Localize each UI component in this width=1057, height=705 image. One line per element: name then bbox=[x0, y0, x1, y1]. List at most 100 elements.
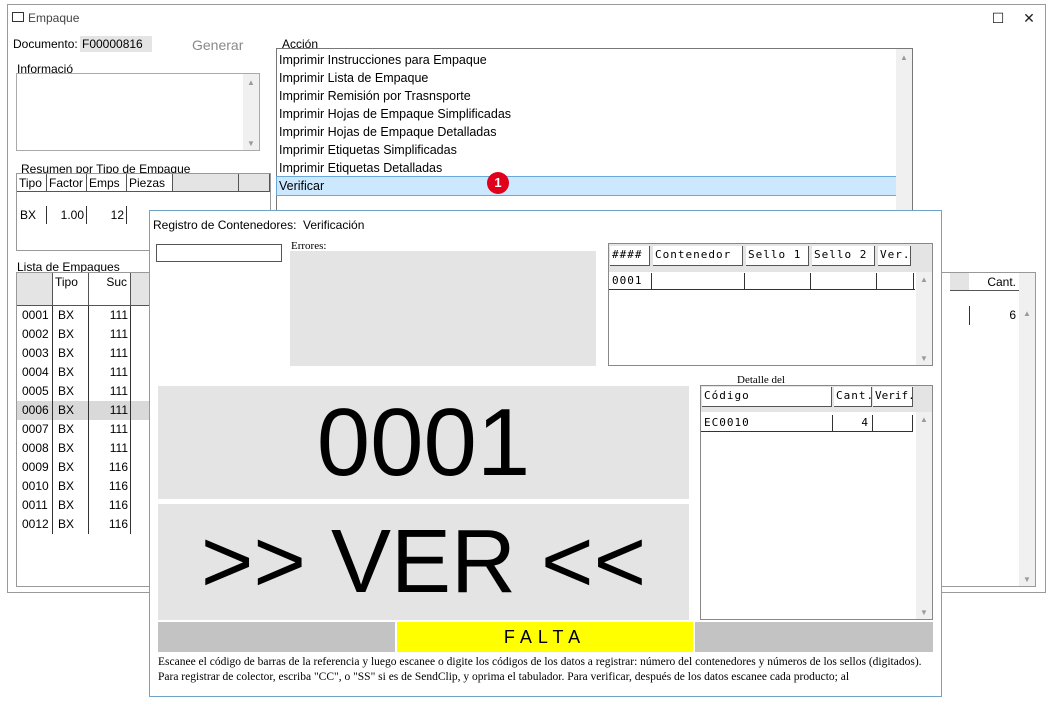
list-cell-num: 0012 bbox=[22, 517, 49, 531]
detail-col-verif[interactable]: Verif. bbox=[873, 387, 913, 407]
action-item[interactable]: Imprimir Hojas de Empaque Simplificadas bbox=[277, 105, 896, 123]
action-item[interactable]: Imprimir Instrucciones para Empaque bbox=[277, 51, 896, 69]
action-item[interactable]: Imprimir Etiquetas Simplificadas bbox=[277, 141, 896, 159]
column-divider bbox=[88, 325, 89, 344]
detail-col-cant[interactable]: Cant. bbox=[834, 387, 872, 407]
instructions-text: Escanee el código de barras de la refere… bbox=[158, 656, 922, 683]
table-row[interactable]: 0008 BX 111 bbox=[17, 439, 162, 458]
verify-title: Registro de Contenedores: bbox=[153, 218, 297, 232]
summary-col-piezas[interactable]: Piezas bbox=[127, 174, 173, 192]
column-divider bbox=[52, 344, 53, 363]
detail-col-codigo[interactable]: Código bbox=[702, 387, 832, 407]
detail-divider bbox=[872, 415, 873, 431]
containers-col-contenedor[interactable]: Contenedor bbox=[653, 246, 743, 266]
action-scrollbar[interactable]: ▲ bbox=[896, 49, 912, 217]
table-row[interactable]: 0007 BX 111 bbox=[17, 420, 162, 439]
list-cell-num: 0004 bbox=[22, 365, 49, 379]
status-bar-left bbox=[158, 622, 395, 652]
summary-col-factor[interactable]: Factor bbox=[47, 174, 87, 192]
scroll-up-icon[interactable]: ▲ bbox=[243, 78, 259, 87]
table-row[interactable]: 0006 BX 111 bbox=[17, 401, 162, 420]
action-listbox[interactable]: Imprimir Instrucciones para Empaque Impri… bbox=[276, 48, 913, 218]
containers-col-num[interactable]: #### bbox=[610, 246, 650, 266]
list-cell-cant: 6 bbox=[969, 306, 1020, 325]
table-row[interactable]: 0004 BX 111 bbox=[17, 363, 162, 382]
list-cell-num: 0010 bbox=[22, 479, 49, 493]
column-divider bbox=[88, 477, 89, 496]
list-cell-num: 0006 bbox=[22, 403, 49, 417]
containers-col-sello1[interactable]: Sello 1 bbox=[746, 246, 809, 266]
scroll-up-icon[interactable]: ▲ bbox=[1019, 309, 1035, 318]
column-divider bbox=[52, 325, 53, 344]
table-row[interactable]: 0009 BX 116 bbox=[17, 458, 162, 477]
window-icon bbox=[12, 12, 24, 22]
list-cell-suc: 111 bbox=[109, 384, 128, 398]
list-cell-tipo: BX bbox=[58, 327, 75, 341]
table-row[interactable]: 0010 BX 116 bbox=[17, 477, 162, 496]
list-cell-suc: 116 bbox=[108, 517, 128, 531]
scroll-down-icon[interactable]: ▼ bbox=[243, 139, 259, 148]
column-divider bbox=[52, 420, 53, 439]
action-item[interactable]: Verificar bbox=[276, 176, 897, 196]
list-scrollbar[interactable]: ▲ ▼ bbox=[1019, 273, 1035, 586]
list-col-cant[interactable]: Cant. bbox=[969, 273, 1020, 291]
close-icon[interactable]: ✕ bbox=[1014, 5, 1044, 31]
summary-col-tipo[interactable]: Tipo bbox=[17, 174, 47, 192]
table-row[interactable]: 0005 BX 111 bbox=[17, 382, 162, 401]
table-row[interactable]: 0003 BX 111 bbox=[17, 344, 162, 363]
scroll-up-icon[interactable]: ▲ bbox=[916, 415, 932, 424]
containers-grid[interactable]: #### Contenedor Sello 1 Sello 2 Ver. 000… bbox=[608, 243, 933, 366]
list-col-tipo[interactable]: Tipo bbox=[53, 273, 89, 306]
list-col-num bbox=[17, 273, 53, 306]
generate-button[interactable]: Generar bbox=[192, 37, 243, 53]
detail-scrollbar[interactable]: ▲ ▼ bbox=[916, 412, 932, 619]
table-row[interactable]: 0001 BX 111 bbox=[17, 306, 162, 325]
column-divider bbox=[52, 496, 53, 515]
scroll-up-icon[interactable]: ▲ bbox=[916, 275, 932, 284]
document-value[interactable]: F00000816 bbox=[80, 36, 152, 52]
action-item[interactable]: Imprimir Hojas de Empaque Detalladas bbox=[277, 123, 896, 141]
column-divider bbox=[88, 401, 89, 420]
maximize-icon[interactable]: ☐ bbox=[983, 5, 1013, 31]
table-row[interactable]: 0011 BX 116 bbox=[17, 496, 162, 515]
scroll-down-icon[interactable]: ▼ bbox=[916, 608, 932, 617]
summary-cell-tipo: BX bbox=[20, 208, 37, 222]
summary-divider bbox=[46, 206, 47, 224]
list-cell-num: 0005 bbox=[22, 384, 49, 398]
action-item[interactable]: Imprimir Remisión por Trasnsporte bbox=[277, 87, 896, 105]
info-textarea[interactable]: ▲ ▼ bbox=[16, 73, 260, 151]
containers-col-sello2[interactable]: Sello 2 bbox=[812, 246, 875, 266]
action-item[interactable]: Imprimir Lista de Empaque bbox=[277, 69, 896, 87]
list-cell-num: 0008 bbox=[22, 441, 49, 455]
table-row[interactable]: 0012 BX 116 bbox=[17, 515, 162, 534]
list-cell-tipo: BX bbox=[58, 479, 75, 493]
column-divider bbox=[130, 382, 131, 401]
info-scrollbar[interactable]: ▲ ▼ bbox=[243, 74, 259, 150]
detail-cell-codigo: EC0010 bbox=[704, 416, 750, 429]
list-cell-tipo: BX bbox=[58, 346, 75, 360]
detail-grid[interactable]: Código Cant. Verif. EC0010 4 ▲ ▼ bbox=[700, 385, 933, 620]
list-cell-tipo: BX bbox=[58, 441, 75, 455]
scroll-down-icon[interactable]: ▼ bbox=[1019, 575, 1035, 584]
column-divider bbox=[130, 496, 131, 515]
action-items: Imprimir Instrucciones para Empaque Impri… bbox=[276, 51, 897, 196]
containers-divider bbox=[651, 273, 652, 289]
summary-col-emps[interactable]: Emps bbox=[87, 174, 127, 192]
action-item[interactable]: Imprimir Etiquetas Detalladas bbox=[277, 159, 896, 177]
summary-divider bbox=[86, 206, 87, 224]
list-col-suc[interactable]: Suc bbox=[89, 273, 131, 306]
list-cell-num: 0007 bbox=[22, 422, 49, 436]
table-row[interactable]: 0002 BX 111 bbox=[17, 325, 162, 344]
containers-col-ver[interactable]: Ver. bbox=[878, 246, 911, 266]
column-divider bbox=[52, 363, 53, 382]
scan-input[interactable] bbox=[156, 244, 282, 262]
column-divider bbox=[130, 363, 131, 382]
column-divider bbox=[130, 306, 131, 325]
scroll-down-icon[interactable]: ▼ bbox=[916, 354, 932, 363]
column-divider bbox=[52, 458, 53, 477]
column-divider bbox=[52, 439, 53, 458]
list-cell-tipo: BX bbox=[58, 365, 75, 379]
containers-scrollbar[interactable]: ▲ ▼ bbox=[916, 272, 932, 365]
column-divider bbox=[52, 401, 53, 420]
scroll-up-icon[interactable]: ▲ bbox=[896, 53, 912, 62]
